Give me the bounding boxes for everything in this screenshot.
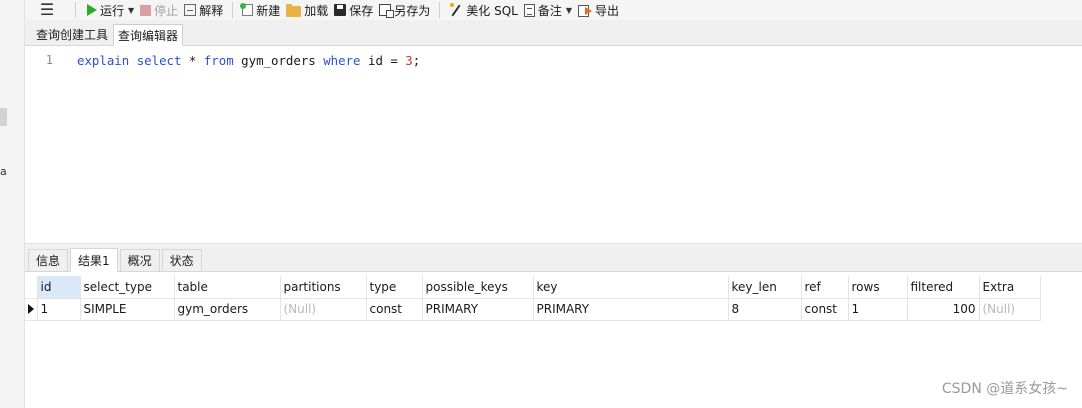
cell-type[interactable]: const <box>366 298 423 321</box>
result-tab-bar: 信息 结果1 概况 状态 <box>25 248 1082 272</box>
grid-header-row: id select_type table partitions type pos… <box>25 276 1041 299</box>
sql-editor[interactable]: 1 explain select * from gym_orders where… <box>25 47 1082 243</box>
cell-table[interactable]: gym_orders <box>174 298 281 321</box>
column-header-select-type[interactable]: select_type <box>80 276 175 299</box>
new-query-icon <box>240 3 254 16</box>
line-number: 1 <box>45 53 53 67</box>
sql-code-line[interactable]: explain select * from gym_orders where i… <box>77 53 420 68</box>
cell-key-len[interactable]: 8 <box>728 298 802 321</box>
stop-label: 停止 <box>154 3 179 18</box>
line-number-gutter: 1 <box>25 47 65 243</box>
column-header-extra[interactable]: Extra <box>979 276 1041 299</box>
beautify-sql-button[interactable]: 美化 SQL <box>446 1 521 19</box>
column-header-possible-keys[interactable]: possible_keys <box>422 276 534 299</box>
sql-keyword-where: where <box>323 53 361 68</box>
sql-text-star: * <box>181 53 204 68</box>
hamburger-icon: ☰ <box>39 0 55 19</box>
tab-info[interactable]: 信息 <box>28 249 69 271</box>
load-button[interactable]: 加载 <box>283 1 331 19</box>
column-header-ref[interactable]: ref <box>801 276 849 299</box>
sql-number: 3 <box>405 53 413 68</box>
row-selector[interactable] <box>25 298 38 321</box>
run-button[interactable]: 运行 ▼ <box>82 1 137 19</box>
left-panel-strip: a <box>0 0 25 408</box>
cell-possible-keys[interactable]: PRIMARY <box>422 298 534 321</box>
table-row[interactable]: 1 SIMPLE gym_orders (Null) const PRIMARY… <box>25 298 1041 321</box>
left-panel-text: a <box>0 165 7 178</box>
menu-button[interactable]: ☰ <box>25 0 69 20</box>
sql-condition: id = <box>360 53 406 68</box>
current-row-arrow-icon <box>28 303 34 314</box>
column-header-type[interactable]: type <box>366 276 423 299</box>
save-icon <box>334 4 347 16</box>
export-button[interactable]: 导出 <box>575 1 622 19</box>
note-icon <box>523 3 535 17</box>
stop-icon <box>140 5 152 16</box>
editor-tab-bar: 查询创建工具 查询编辑器 <box>25 20 1082 46</box>
save-as-icon <box>379 4 395 18</box>
load-label: 加载 <box>304 3 329 18</box>
explain-icon <box>184 4 197 16</box>
explain-label: 解释 <box>199 3 224 18</box>
cell-key[interactable]: PRIMARY <box>533 298 729 321</box>
note-button[interactable]: 备注 ▼ <box>521 1 575 19</box>
note-label: 备注 <box>537 3 562 18</box>
tab-result-1[interactable]: 结果1 <box>70 248 118 272</box>
column-header-filtered[interactable]: filtered <box>907 276 980 299</box>
cell-ref[interactable]: const <box>801 298 849 321</box>
cell-filtered[interactable]: 100 <box>907 298 980 321</box>
explain-button[interactable]: 解释 <box>181 1 226 19</box>
export-icon <box>578 4 593 17</box>
tab-query-editor[interactable]: 查询编辑器 <box>113 24 184 46</box>
tab-status[interactable]: 状态 <box>161 249 202 271</box>
cell-id[interactable]: 1 <box>37 298 81 321</box>
save-as-button[interactable]: 另存为 <box>376 1 433 19</box>
sql-keyword-from: from <box>203 53 234 68</box>
watermark: CSDN @道系女孩~ <box>941 381 1068 397</box>
new-button[interactable]: 新建 <box>239 1 283 19</box>
sql-keyword-explain: explain <box>77 53 130 68</box>
toolbar: ☰ 运行 ▼ 停止 解释 新建 加载 保存 另存为 美化 SQL 备注 ▼ 导出 <box>25 0 1082 20</box>
new-label: 新建 <box>256 3 281 18</box>
column-header-key[interactable]: key <box>533 276 729 299</box>
tab-query-builder[interactable]: 查询创建工具 <box>31 23 113 45</box>
run-label: 运行 <box>100 3 125 18</box>
beautify-label: 美化 SQL <box>466 3 518 18</box>
column-header-rows[interactable]: rows <box>848 276 908 299</box>
cell-extra[interactable]: (Null) <box>979 298 1041 321</box>
save-as-label: 另存为 <box>394 3 431 18</box>
column-header-partitions[interactable]: partitions <box>280 276 367 299</box>
sql-table-name: gym_orders <box>233 53 324 68</box>
toolbar-separator <box>232 2 234 18</box>
export-label: 导出 <box>595 3 620 18</box>
column-header-key-len[interactable]: key_len <box>728 276 802 299</box>
row-header-corner <box>25 276 38 299</box>
result-grid: id select_type table partitions type pos… <box>25 276 1041 321</box>
chevron-down-icon[interactable]: ▼ <box>566 6 572 15</box>
magic-wand-icon <box>449 3 463 17</box>
folder-icon <box>286 3 302 17</box>
left-panel-scroll-mark[interactable] <box>0 108 7 126</box>
sql-terminator: ; <box>412 53 421 68</box>
toolbar-separator <box>439 2 441 18</box>
save-label: 保存 <box>349 3 374 18</box>
save-button[interactable]: 保存 <box>331 1 376 19</box>
cell-select-type[interactable]: SIMPLE <box>80 298 175 321</box>
chevron-down-icon[interactable]: ▼ <box>128 6 134 15</box>
sql-keyword-select: select <box>136 53 182 68</box>
result-grid-area: id select_type table partitions type pos… <box>25 273 1082 408</box>
column-header-table[interactable]: table <box>174 276 281 299</box>
column-header-id[interactable]: id <box>37 276 81 299</box>
tab-profile[interactable]: 概况 <box>119 249 160 271</box>
play-icon <box>87 4 97 16</box>
toolbar-separator <box>75 2 76 18</box>
cell-rows[interactable]: 1 <box>848 298 908 321</box>
stop-button[interactable]: 停止 <box>137 1 181 19</box>
cell-partitions[interactable]: (Null) <box>280 298 367 321</box>
